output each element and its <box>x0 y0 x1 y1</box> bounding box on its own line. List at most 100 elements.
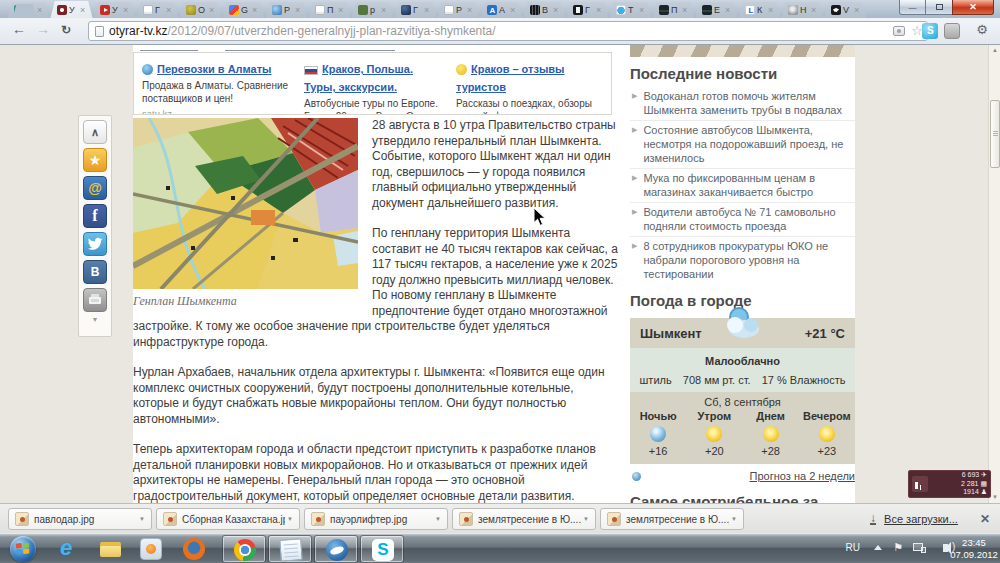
start-button[interactable] <box>10 536 36 562</box>
tab-close-icon[interactable]: × <box>639 6 644 14</box>
scroll-up-arrow[interactable]: ▲ <box>989 45 1000 56</box>
browser-tab[interactable]: У × <box>47 1 96 18</box>
panel-collapse-caret[interactable]: ▼ <box>79 316 111 323</box>
tab-close-icon[interactable]: × <box>596 6 601 14</box>
twitter-share-button[interactable] <box>83 232 107 256</box>
ad-title[interactable]: Перевозки в Алматы <box>157 63 272 75</box>
download-caret-icon[interactable]: ▼ <box>583 516 589 522</box>
download-caret-icon[interactable]: ▼ <box>731 516 737 522</box>
ad-item[interactable]: Краков – отзывы туристовРассказы о поезд… <box>456 59 612 115</box>
speaker-icon[interactable] <box>943 544 948 552</box>
tab-close-icon[interactable]: × <box>166 6 171 14</box>
tab-close-icon[interactable]: × <box>252 6 257 14</box>
skype-taskbar-button[interactable]: S <box>360 535 404 563</box>
news-list-item[interactable]: ▶ Мука по фиксированным ценам в магазина… <box>630 169 855 203</box>
browser-tab[interactable]: G × <box>219 2 268 18</box>
bookmark-share-button[interactable]: ★ <box>83 148 107 172</box>
downloads-bar-close-icon[interactable]: ✕ <box>980 512 990 526</box>
browser-tab[interactable]: Р × <box>434 2 483 18</box>
browser-tab[interactable]: В × <box>520 2 569 18</box>
window-minimize-button[interactable]: — <box>899 0 926 15</box>
browser-tab[interactable]: П × <box>305 2 354 18</box>
tab-close-icon[interactable]: × <box>467 6 472 14</box>
browser-tab[interactable]: О × <box>176 2 225 18</box>
tab-close-icon[interactable]: × <box>553 6 558 14</box>
download-chip[interactable]: землятресение в Ю....jpg▼ <box>600 508 744 530</box>
tab-close-icon[interactable]: × <box>854 6 859 14</box>
forward-button[interactable]: → <box>36 21 50 37</box>
chrome-taskbar-button[interactable] <box>222 535 266 563</box>
tab-close-icon[interactable]: × <box>209 6 214 14</box>
page-scrollbar[interactable]: ▲ ▼ <box>988 45 1000 503</box>
browser-tab[interactable]: Е × <box>692 2 741 18</box>
extension-icon[interactable] <box>944 23 960 39</box>
tab-close-icon[interactable]: × <box>725 6 730 14</box>
tab-close-icon[interactable]: × <box>123 6 128 14</box>
browser-tab[interactable]: Р × <box>262 2 311 18</box>
ad-title[interactable]: Краков, Польша. Туры, экскурсии. <box>304 63 413 93</box>
mailru-share-button[interactable]: @ <box>83 176 107 200</box>
browser-tab[interactable]: А × <box>477 2 526 18</box>
ad-item[interactable]: Перевозки в АлматыПродажа в Алматы. Срав… <box>142 59 297 115</box>
tab-close-icon[interactable]: × <box>811 6 816 14</box>
visit-counter-widget[interactable]: 6 693 ✈ 2 281 ▦ 1914 ♟ <box>908 470 991 498</box>
windows-explorer-icon[interactable] <box>100 538 122 560</box>
firefox-icon[interactable] <box>183 538 205 560</box>
tab-close-icon[interactable]: × <box>682 6 687 14</box>
browser-tab[interactable]: Г × <box>563 2 612 18</box>
skype-extension-icon[interactable] <box>922 23 938 39</box>
news-list-item[interactable]: ▶ Водители автобуса № 71 самовольно подн… <box>630 203 855 237</box>
tab-close-icon[interactable]: × <box>510 6 515 14</box>
browser-tab[interactable]: К × <box>735 2 784 18</box>
download-chip[interactable]: пауэрлифтер.jpg▼ <box>304 508 448 530</box>
news-list-item[interactable]: ▶ Состояние автобусов Шымкента, несмотря… <box>630 121 855 169</box>
ad-title[interactable]: Краков – отзывы туристов <box>456 63 564 93</box>
media-player-icon[interactable] <box>140 538 162 560</box>
browser-tab[interactable]: У × <box>90 2 139 18</box>
scrollbar-thumb[interactable] <box>990 100 1000 168</box>
browser-tab[interactable]: Г × <box>133 2 182 18</box>
download-caret-icon[interactable]: ▼ <box>287 516 293 522</box>
vkontakte-share-button[interactable]: В <box>83 260 107 284</box>
tab-close-icon[interactable]: × <box>338 6 343 14</box>
window-maximize-button[interactable] <box>926 0 952 15</box>
truncated-link[interactable] <box>140 45 198 51</box>
address-bar[interactable]: otyrar-tv.kz /2012/09/07/utverzhden-gene… <box>88 21 928 41</box>
download-caret-icon[interactable]: ▼ <box>139 516 145 522</box>
browser-tab[interactable]: Н × <box>778 2 827 18</box>
browser-tab[interactable]: р × <box>348 2 397 18</box>
download-chip[interactable]: землятресение в Ю....jpg▼ <box>452 508 596 530</box>
download-chip[interactable]: павлодар.jpg▼ <box>8 508 152 530</box>
window-close-button[interactable]: ✕ <box>952 0 994 15</box>
notepad-taskbar-button[interactable] <box>268 535 312 563</box>
tab-close-icon[interactable]: × <box>37 6 42 14</box>
forecast-link[interactable]: Прогноз на 2 недели <box>750 470 855 482</box>
internet-explorer-icon[interactable]: e <box>60 538 82 560</box>
taskbar-clock[interactable]: 23:45 07.09.2012 <box>950 537 998 561</box>
network-icon[interactable] <box>913 543 926 554</box>
back-button[interactable]: ← <box>12 21 26 37</box>
show-all-downloads-link[interactable]: Все загрузки... <box>884 513 958 525</box>
ad-item[interactable]: Краков, Польша. Туры, экскурсии.Автобусн… <box>304 59 444 115</box>
chrome-menu-wrench-icon[interactable]: ⚙ <box>976 22 988 37</box>
browser-tab[interactable]: П × <box>649 2 698 18</box>
tab-close-icon[interactable]: × <box>381 6 386 14</box>
news-list-item[interactable]: ▶ Водоканал готов помочь жителям Шымкент… <box>630 87 855 121</box>
tab-close-icon[interactable]: × <box>80 6 85 14</box>
sidebar-banner-image[interactable] <box>630 45 855 57</box>
reload-button[interactable]: ↻ <box>61 23 71 37</box>
photo-extension-icon[interactable] <box>893 26 905 36</box>
print-button[interactable] <box>83 288 107 312</box>
news-list-item[interactable]: ▶ 8 сотрудников прокуратуры ЮКО не набра… <box>630 237 855 284</box>
tab-close-icon[interactable]: × <box>295 6 300 14</box>
browser-tab[interactable]: Т × <box>606 2 655 18</box>
action-center-flag-icon[interactable]: ⚑ <box>893 541 903 554</box>
browser-tab[interactable]: V × <box>821 2 870 18</box>
download-caret-icon[interactable]: ▼ <box>435 516 441 522</box>
browser-tab[interactable]: Г × <box>391 2 440 18</box>
thunderbird-taskbar-button[interactable] <box>314 535 358 563</box>
tab-close-icon[interactable]: × <box>424 6 429 14</box>
truncated-link[interactable] <box>225 45 395 51</box>
scroll-top-button[interactable]: ∧ <box>83 120 107 144</box>
language-indicator[interactable]: RU <box>846 542 860 553</box>
